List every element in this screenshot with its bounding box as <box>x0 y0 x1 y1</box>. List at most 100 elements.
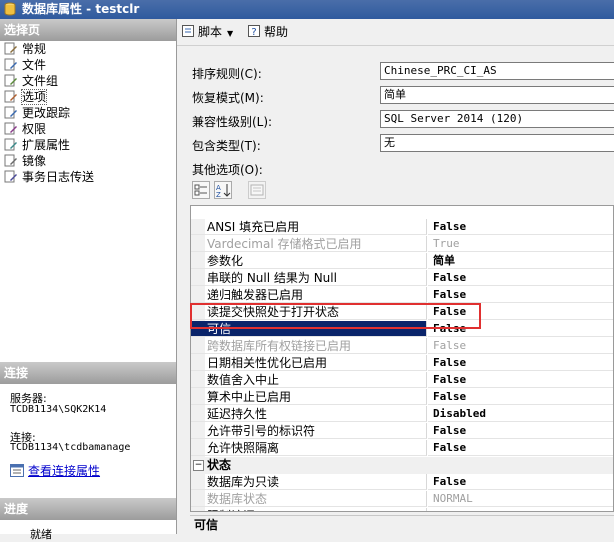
property-value[interactable]: False <box>428 270 613 286</box>
page-label: 扩展属性 <box>22 138 71 152</box>
property-name[interactable]: 串联的 Null 结果为 Null <box>191 270 427 286</box>
view-connection-link[interactable]: 查看连接属性 <box>28 464 100 478</box>
page-label: 文件 <box>22 58 47 72</box>
property-row[interactable]: 数值舍入中止 False <box>191 372 613 389</box>
property-value[interactable]: MULTI_USER <box>428 508 613 511</box>
property-value[interactable]: 简单 <box>428 253 613 269</box>
script-icon <box>182 25 194 37</box>
progress-header: 进度 <box>0 498 176 520</box>
property-row[interactable]: 限制访问MULTI_USER <box>191 508 613 511</box>
help-icon: ? <box>248 25 260 38</box>
categorized-button[interactable] <box>192 181 210 199</box>
property-row[interactable]: 算术中止已启用 False <box>191 389 613 406</box>
page-icon <box>4 170 17 183</box>
page-item[interactable]: 更改跟踪 <box>4 105 70 121</box>
property-value[interactable]: False <box>428 372 613 388</box>
help-button[interactable]: ? 帮助 <box>247 23 288 41</box>
page-label: 更改跟踪 <box>22 106 71 120</box>
page-label: 选项 <box>20 89 48 105</box>
property-row[interactable]: 数据库为只读 False <box>191 474 613 491</box>
property-value[interactable]: True <box>428 236 613 252</box>
property-name[interactable]: 允许带引号的标识符 <box>191 423 427 439</box>
property-value[interactable]: False <box>428 338 613 354</box>
property-name[interactable]: 日期相关性优化已启用 <box>191 355 427 371</box>
property-row[interactable]: Vardecimal 存储格式已启用 True <box>191 236 613 253</box>
property-name[interactable]: 递归触发器已启用 <box>191 287 427 303</box>
collapse-icon[interactable]: − <box>193 460 204 471</box>
property-value[interactable]: False <box>428 474 613 490</box>
property-name[interactable]: ANSI 填充已启用 <box>191 219 427 235</box>
property-grid: ANSI 填充已启用 False Vardecimal 存储格式已启用 True 参数化… <box>190 205 614 512</box>
page-icon <box>4 42 17 55</box>
property-row[interactable]: 参数化 简单 <box>191 253 613 270</box>
compat-label: 兼容性级别(L): <box>192 115 273 129</box>
page-item[interactable]: 权限 <box>4 121 46 137</box>
title-bar: 数据库属性 - testclr <box>0 0 614 19</box>
property-value[interactable]: False <box>428 355 613 371</box>
property-name[interactable]: 数值舍入中止 <box>191 372 427 388</box>
containment-field[interactable]: 无 <box>380 134 614 152</box>
grid-toolbar: A Z <box>192 179 272 201</box>
property-name[interactable]: 数据库状态 <box>191 491 427 507</box>
property-value[interactable]: False <box>428 219 613 235</box>
alphabetical-button[interactable]: A Z <box>214 181 232 199</box>
property-name[interactable]: 延迟持久性 <box>191 406 427 422</box>
property-row[interactable]: 递归触发器已启用 False <box>191 287 613 304</box>
property-row[interactable]: 日期相关性优化已启用 False <box>191 355 613 372</box>
property-name[interactable]: 算术中止已启用 <box>191 389 427 405</box>
property-row[interactable]: 允许带引号的标识符 False <box>191 423 613 440</box>
page-label: 镜像 <box>22 154 47 168</box>
page-item[interactable]: 文件组 <box>4 73 58 89</box>
window-title: 数据库属性 - testclr <box>22 2 140 16</box>
page-item[interactable]: 扩展属性 <box>4 137 70 153</box>
property-value[interactable]: False <box>428 423 613 439</box>
property-pages-button[interactable] <box>248 181 266 199</box>
property-name[interactable]: 允许快照隔离 <box>191 440 427 456</box>
page-item[interactable]: 常规 <box>4 41 46 57</box>
help-label: 帮助 <box>264 25 289 39</box>
page-icon <box>4 106 17 119</box>
property-pages-icon <box>250 184 264 196</box>
property-value[interactable]: NORMAL <box>428 491 613 507</box>
property-value[interactable]: Disabled <box>428 406 613 422</box>
page-icon <box>4 138 17 151</box>
collation-label: 排序规则(C): <box>192 67 262 81</box>
select-page-header: 选择页 <box>0 19 176 41</box>
page-item[interactable]: 选项 <box>4 89 48 105</box>
description-title: 可信 <box>190 515 614 534</box>
property-name[interactable]: 跨数据库所有权链接已启用 <box>191 338 427 354</box>
property-name[interactable]: Vardecimal 存储格式已启用 <box>191 236 427 252</box>
server-value: TCDB1134\SQK2K14 <box>10 404 107 415</box>
category-state[interactable]: − 状态 <box>191 457 613 474</box>
property-name[interactable]: 参数化 <box>191 253 427 269</box>
property-value[interactable]: False <box>428 389 613 405</box>
recovery-field[interactable]: 简单 <box>380 86 614 104</box>
property-name[interactable]: 限制访问 <box>191 508 427 511</box>
page-item[interactable]: 事务日志传送 <box>4 169 94 185</box>
progress-status: 就绪 <box>30 528 52 541</box>
property-row[interactable]: 跨数据库所有权链接已启用 False <box>191 338 613 355</box>
category-label: 状态 <box>207 458 232 472</box>
compat-field[interactable]: SQL Server 2014 (120) <box>380 110 614 128</box>
database-icon <box>4 2 16 16</box>
property-name[interactable]: 数据库为只读 <box>191 474 427 490</box>
page-item[interactable]: 镜像 <box>4 153 46 169</box>
page-item[interactable]: 文件 <box>4 57 46 73</box>
property-row[interactable]: 允许快照隔离 False <box>191 440 613 457</box>
property-value[interactable]: False <box>428 287 613 303</box>
view-connection-properties[interactable]: 查看连接属性 <box>10 462 100 479</box>
property-row[interactable]: ANSI 填充已启用 False <box>191 219 613 236</box>
property-value[interactable]: False <box>428 440 613 456</box>
dropdown-arrow-icon[interactable]: ▼ <box>227 29 233 38</box>
script-button[interactable]: 脚本 ▼ <box>181 23 233 41</box>
collation-field[interactable]: Chinese_PRC_CI_AS <box>380 62 614 80</box>
recovery-label: 恢复模式(M): <box>192 91 264 105</box>
script-label: 脚本 <box>198 25 223 39</box>
property-row[interactable]: 延迟持久性 Disabled <box>191 406 613 423</box>
page-icon <box>4 58 17 71</box>
containment-label: 包含类型(T): <box>192 139 261 153</box>
property-row[interactable]: 数据库状态 NORMAL <box>191 491 613 508</box>
page-icon <box>4 74 17 87</box>
page-icon <box>4 154 17 167</box>
property-row[interactable]: 串联的 Null 结果为 Null False <box>191 270 613 287</box>
